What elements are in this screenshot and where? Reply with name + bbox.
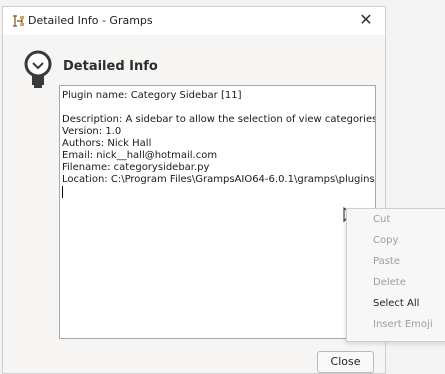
menu-item-cut[interactable]: Cut xyxy=(347,209,445,230)
info-line: Version: 1.0 xyxy=(62,126,122,137)
menu-item-paste[interactable]: Paste xyxy=(347,251,445,272)
context-menu: Cut Copy Paste Delete Select All Insert Emoji xyxy=(346,208,445,342)
window-title: Detailed Info - Gramps xyxy=(28,14,153,27)
info-line: Plugin name: Category Sidebar [11] xyxy=(62,90,242,101)
info-line: Authors: Nick Hall xyxy=(62,138,152,149)
info-line: Description: A sidebar to allow the sele… xyxy=(62,114,376,125)
close-button[interactable]: Close xyxy=(317,351,374,373)
menu-item-delete[interactable]: Delete xyxy=(347,272,445,293)
lightbulb-icon xyxy=(23,47,53,91)
close-icon[interactable]: ✕ xyxy=(356,10,376,30)
info-line: Location: C:\Program Files\GrampsAIO64-6… xyxy=(62,174,375,185)
title-bar: Detailed Info - Gramps ✕ xyxy=(3,7,385,35)
detailed-info-dialog: Detailed Info - Gramps ✕ Detailed Info P… xyxy=(2,6,386,374)
plugin-info-text[interactable]: Plugin name: Category Sidebar [11] Descr… xyxy=(59,85,376,339)
menu-item-select-all[interactable]: Select All xyxy=(347,293,445,314)
menu-item-copy[interactable]: Copy xyxy=(347,230,445,251)
dialog-heading: Detailed Info xyxy=(63,59,158,74)
menu-item-insert-emoji[interactable]: Insert Emoji xyxy=(347,314,445,335)
gramps-icon xyxy=(11,14,25,28)
info-line xyxy=(62,102,375,114)
info-line: Filename: categorysidebar.py xyxy=(62,162,210,173)
text-caret xyxy=(62,186,63,198)
info-line: Email: nick__hall@hotmail.com xyxy=(62,150,218,161)
